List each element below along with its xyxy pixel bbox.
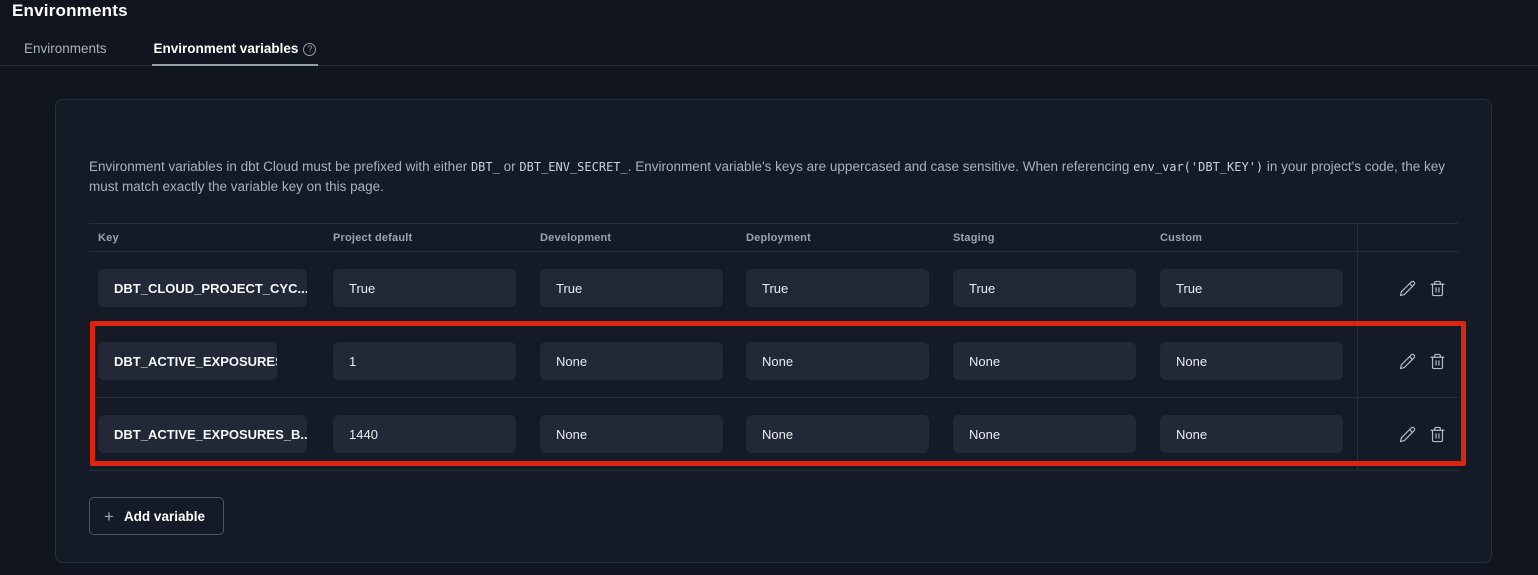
- page-title: Environments: [12, 1, 128, 21]
- pencil-icon: [1399, 426, 1416, 443]
- code-env-var-example: env_var('DBT_KEY'): [1133, 160, 1263, 174]
- tab-bar: Environments Environment variables?: [0, 39, 1538, 66]
- add-variable-label: Add variable: [124, 509, 205, 524]
- staging-value-field: None: [953, 415, 1136, 453]
- help-icon[interactable]: ?: [303, 43, 316, 56]
- delete-variable-button[interactable]: [1428, 426, 1446, 444]
- variable-key-field: DBT_ACTIVE_EXPOSURES_B...: [98, 415, 307, 453]
- table-row: DBT_ACTIVE_EXPOSURES_B... 1440 None None…: [89, 398, 1458, 471]
- column-header-custom: Custom: [1160, 232, 1202, 244]
- delete-variable-button[interactable]: [1428, 353, 1446, 371]
- edit-variable-button[interactable]: [1398, 426, 1416, 444]
- column-header-deployment: Deployment: [746, 232, 811, 244]
- table-row: DBT_CLOUD_PROJECT_CYC... True True True …: [89, 252, 1458, 325]
- variable-key-field: DBT_CLOUD_PROJECT_CYC...: [98, 269, 307, 307]
- trash-icon: [1429, 353, 1446, 370]
- tab-environments[interactable]: Environments: [22, 41, 109, 65]
- table-row: DBT_ACTIVE_EXPOSURES 1 None None None No…: [89, 325, 1458, 398]
- tab-environment-variables[interactable]: Environment variables?: [152, 41, 319, 66]
- edit-variable-button[interactable]: [1398, 280, 1416, 298]
- row-actions: [1398, 252, 1446, 325]
- add-variable-button[interactable]: + Add variable: [89, 497, 224, 535]
- tab-label: Environment variables: [154, 41, 299, 56]
- row-actions: [1398, 398, 1446, 471]
- delete-variable-button[interactable]: [1428, 280, 1446, 298]
- deployment-value-field: True: [746, 269, 929, 307]
- project-default-value-field: 1: [333, 342, 516, 380]
- development-value-field: True: [540, 269, 723, 307]
- environment-variables-panel: Environment variables in dbt Cloud must …: [55, 99, 1492, 563]
- variable-key-field: DBT_ACTIVE_EXPOSURES: [98, 342, 277, 380]
- edit-variable-button[interactable]: [1398, 353, 1416, 371]
- custom-value-field: None: [1160, 342, 1343, 380]
- column-header-project-default: Project default: [333, 232, 412, 244]
- development-value-field: None: [540, 415, 723, 453]
- column-header-key: Key: [98, 232, 119, 244]
- variables-table: Key Project default Development Deployme…: [89, 223, 1458, 471]
- plus-icon: +: [104, 508, 114, 525]
- column-header-staging: Staging: [953, 232, 995, 244]
- trash-icon: [1429, 280, 1446, 297]
- deployment-value-field: None: [746, 342, 929, 380]
- description-text: Environment variables in dbt Cloud must …: [89, 159, 471, 174]
- description-text: . Environment variable's keys are upperc…: [628, 159, 1133, 174]
- project-default-value-field: 1440: [333, 415, 516, 453]
- development-value-field: None: [540, 342, 723, 380]
- pencil-icon: [1399, 280, 1416, 297]
- code-dbt-prefix: DBT_: [471, 160, 500, 174]
- pencil-icon: [1399, 353, 1416, 370]
- custom-value-field: None: [1160, 415, 1343, 453]
- panel-description: Environment variables in dbt Cloud must …: [89, 157, 1461, 197]
- project-default-value-field: True: [333, 269, 516, 307]
- description-text: or: [500, 159, 520, 174]
- deployment-value-field: None: [746, 415, 929, 453]
- staging-value-field: True: [953, 269, 1136, 307]
- table-header-row: Key Project default Development Deployme…: [89, 223, 1458, 252]
- column-header-development: Development: [540, 232, 611, 244]
- code-dbt-env-secret-prefix: DBT_ENV_SECRET_: [519, 160, 627, 174]
- row-actions: [1398, 325, 1446, 398]
- staging-value-field: None: [953, 342, 1136, 380]
- custom-value-field: True: [1160, 269, 1343, 307]
- trash-icon: [1429, 426, 1446, 443]
